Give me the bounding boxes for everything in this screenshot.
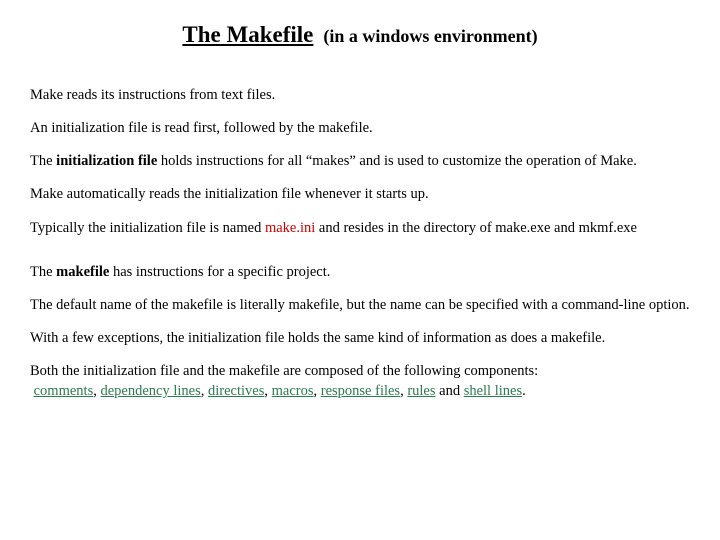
para-6: The makefile has instructions for a spec…: [30, 263, 690, 281]
p5-c: and resides in the directory of make.exe…: [315, 220, 637, 236]
links-line: comments, dependency lines, directives, …: [30, 382, 690, 400]
p5-red: make.ini: [265, 220, 315, 236]
para-5: Typically the initialization file is nam…: [30, 219, 690, 237]
para-3: The initialization file holds instructio…: [30, 152, 690, 170]
p6-a: The: [30, 264, 56, 280]
slide-content: The Makefile (in a windows environment) …: [0, 0, 720, 400]
sep: ,: [314, 383, 321, 399]
link-dependency[interactable]: dependency lines: [100, 383, 200, 399]
para-9: Both the initialization file and the mak…: [30, 362, 690, 380]
link-rules[interactable]: rules: [407, 383, 435, 399]
sep-period: .: [522, 383, 526, 399]
p3-a: The: [30, 153, 56, 169]
link-response[interactable]: response files: [321, 383, 400, 399]
title-sub: (in a windows environment): [323, 26, 537, 46]
para-1: Make reads its instructions from text fi…: [30, 86, 690, 104]
p6-bold: makefile: [56, 264, 109, 280]
p3-bold: initialization file: [56, 153, 157, 169]
sep-and: and: [436, 383, 464, 399]
link-macros[interactable]: macros: [272, 383, 314, 399]
sep: ,: [264, 383, 271, 399]
link-directives[interactable]: directives: [208, 383, 264, 399]
link-shell[interactable]: shell lines: [464, 383, 522, 399]
para-7: The default name of the makefile is lite…: [30, 296, 690, 314]
title-main: The Makefile: [182, 22, 313, 47]
para-4: Make automatically reads the initializat…: [30, 185, 690, 203]
p6-c: has instructions for a specific project.: [109, 264, 330, 280]
sep: ,: [201, 383, 208, 399]
title-line: The Makefile (in a windows environment): [30, 22, 690, 48]
para-8: With a few exceptions, the initializatio…: [30, 329, 690, 347]
p3-c: holds instructions for all “makes” and i…: [157, 153, 637, 169]
link-comments[interactable]: comments: [34, 383, 94, 399]
p5-a: Typically the initialization file is nam…: [30, 220, 265, 236]
para-2: An initialization file is read first, fo…: [30, 119, 690, 137]
